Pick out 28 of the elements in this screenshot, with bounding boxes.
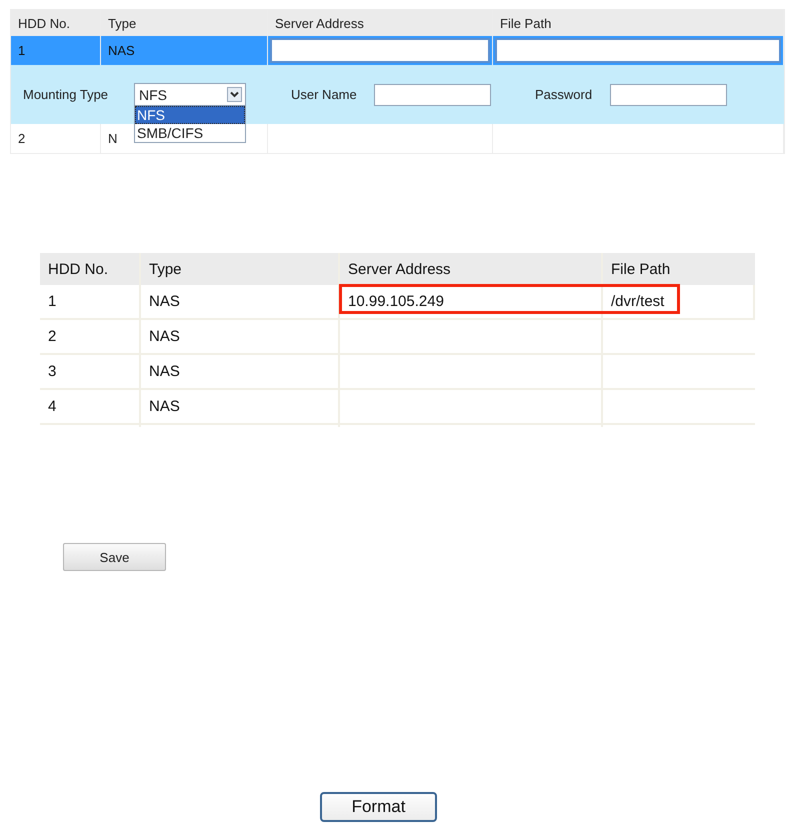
table-cell: NAS xyxy=(141,390,340,423)
format-button[interactable]: Format xyxy=(320,792,437,822)
table-cell: 10.99.105.249 xyxy=(348,293,444,310)
table-cell: 2 xyxy=(11,124,101,153)
table-cell: 4 xyxy=(40,390,141,423)
column-header: HDD No. xyxy=(40,253,141,285)
table-cell: NAS xyxy=(141,320,340,353)
column-header: Type xyxy=(141,253,340,285)
table-cell: 2 xyxy=(40,320,141,353)
table-cell: NAS xyxy=(141,285,340,318)
server-address-field[interactable] xyxy=(270,38,490,63)
file-path-field[interactable] xyxy=(495,38,781,63)
table-cell: 1 xyxy=(40,285,141,318)
mounting-type-dropdown[interactable]: NFS xyxy=(134,83,246,106)
user-name-label: User Name xyxy=(291,87,358,102)
table-cell: 3 xyxy=(40,355,141,388)
password-field[interactable] xyxy=(610,84,727,106)
column-header: Server Address xyxy=(340,253,603,285)
table-cell: /dvr/test xyxy=(611,293,664,310)
save-button[interactable]: Save xyxy=(63,543,166,571)
dropdown-option[interactable]: SMB/CIFS xyxy=(135,124,245,142)
dropdown-option[interactable]: NFS xyxy=(135,106,245,124)
password-label: Password xyxy=(535,87,594,102)
mounting-type-label: Mounting Type xyxy=(23,87,110,102)
column-header: File Path xyxy=(610,260,672,280)
user-name-field[interactable] xyxy=(374,84,491,106)
table-cell: NAS xyxy=(141,355,340,388)
table-row[interactable]: 1 NAS xyxy=(11,36,784,65)
